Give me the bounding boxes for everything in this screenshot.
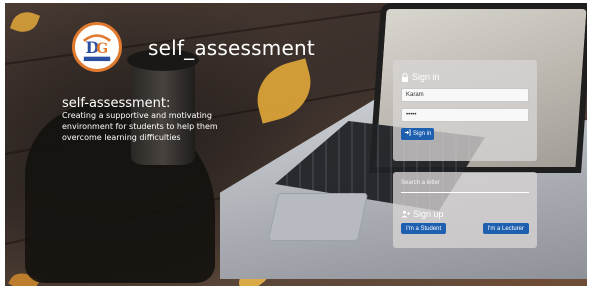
sign-in-button[interactable]: Sign in	[401, 128, 435, 140]
app-title: self_assessment	[148, 36, 315, 60]
leaf-decoration	[249, 58, 319, 124]
sign-up-title: Sign up	[413, 209, 444, 219]
lock-icon	[401, 72, 409, 82]
sign-up-heading: Sign up	[401, 209, 529, 219]
student-signup-button[interactable]: I'm a Student	[401, 223, 447, 234]
sign-up-buttons: I'm a Student I'm a Lecturer	[401, 223, 529, 234]
password-field[interactable]: •••••	[401, 108, 529, 122]
leaf-decoration	[9, 7, 41, 37]
intro-description: Creating a supportive and motivating env…	[62, 111, 218, 142]
sign-in-button-label: Sign in	[413, 131, 432, 137]
sign-in-icon	[404, 129, 411, 139]
sign-in-panel: Sign in Karam ••••• Sign in	[393, 60, 537, 161]
username-field[interactable]: Karam	[401, 88, 529, 102]
svg-text:G: G	[96, 41, 108, 57]
institution-logo-icon[interactable]: D G	[72, 22, 122, 72]
intro-title: self-assessment:	[62, 96, 171, 111]
sign-in-title: Sign in	[412, 72, 440, 82]
user-plus-icon	[401, 210, 410, 218]
sign-up-panel: Search a letter Sign up I'm a Student I'…	[393, 172, 537, 248]
sign-in-heading: Sign in	[401, 72, 529, 82]
lecturer-signup-button[interactable]: I'm a Lecturer	[482, 223, 529, 234]
search-letter-input[interactable]: Search a letter	[401, 180, 529, 193]
laptop-touchpad-illustration	[267, 193, 369, 241]
